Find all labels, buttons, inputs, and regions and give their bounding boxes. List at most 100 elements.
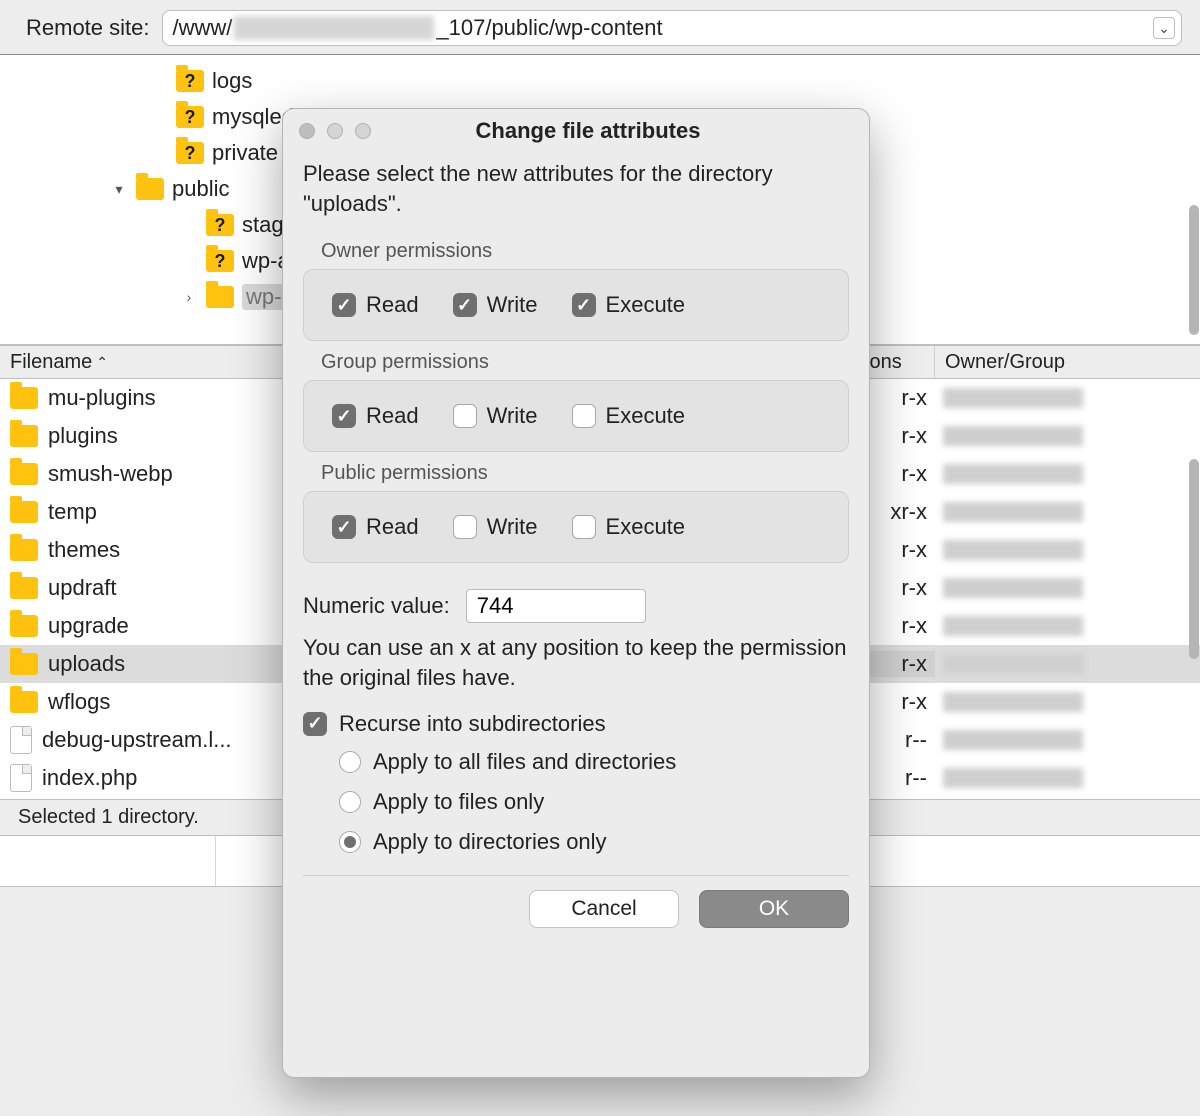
folder-icon	[10, 501, 38, 523]
redacted-segment	[943, 502, 1083, 522]
close-icon[interactable]	[299, 123, 315, 139]
remote-path-combo[interactable]: /www/ _107/public/wp-content ⌄	[162, 10, 1183, 46]
file-owner-group	[935, 540, 1200, 560]
status-text: Selected 1 directory.	[18, 806, 199, 829]
permissions-group-public: Read Write Execute	[303, 491, 849, 563]
redacted-segment	[943, 388, 1083, 408]
execute-label: Execute	[606, 292, 686, 318]
write-checkbox-row[interactable]: Write	[453, 514, 538, 540]
chevron-down-icon[interactable]: ⌄	[1153, 17, 1175, 39]
redacted-segment	[943, 654, 1083, 674]
ok-button[interactable]: OK	[699, 890, 849, 928]
folder-icon	[10, 615, 38, 637]
disclosure-icon[interactable]: ›	[180, 289, 198, 305]
recurse-checkbox-row[interactable]: Recurse into subdirectories	[303, 711, 849, 737]
numeric-hint: You can use an x at any position to keep…	[303, 633, 849, 692]
file-name: wflogs	[48, 689, 110, 715]
read-checkbox[interactable]	[332, 293, 356, 317]
write-checkbox[interactable]	[453, 404, 477, 428]
folder-unknown-icon	[176, 106, 204, 128]
read-checkbox[interactable]	[332, 515, 356, 539]
execute-checkbox[interactable]	[572, 515, 596, 539]
write-checkbox-row[interactable]: Write	[453, 403, 538, 429]
apply-option[interactable]: Apply to files only	[339, 789, 849, 815]
remote-site-label: Remote site:	[26, 15, 150, 41]
path-suffix: _107/public/wp-content	[436, 15, 662, 41]
execute-checkbox-row[interactable]: Execute	[572, 292, 686, 318]
file-name: plugins	[48, 423, 118, 449]
redacted-segment	[943, 540, 1083, 560]
folder-icon	[10, 653, 38, 675]
file-owner-group	[935, 388, 1200, 408]
tree-item-label: logs	[212, 68, 252, 94]
folder-icon	[136, 178, 164, 200]
radio-button[interactable]	[339, 751, 361, 773]
write-checkbox[interactable]	[453, 293, 477, 317]
read-checkbox-row[interactable]: Read	[332, 514, 419, 540]
disclosure-icon[interactable]: ▾	[110, 181, 128, 198]
radio-button[interactable]	[339, 831, 361, 853]
column-owner-group[interactable]: Owner/Group	[935, 346, 1200, 378]
recurse-checkbox[interactable]	[303, 712, 327, 736]
tree-item-label: public	[172, 176, 229, 202]
apply-option[interactable]: Apply to all files and directories	[339, 749, 849, 775]
redacted-segment	[943, 578, 1083, 598]
tree-item[interactable]: logs	[0, 63, 1200, 99]
file-owner-group	[935, 578, 1200, 598]
execute-checkbox-row[interactable]: Execute	[572, 514, 686, 540]
permissions-group-label: Owner permissions	[321, 240, 849, 263]
remote-path-text: /www/ _107/public/wp-content	[173, 15, 1154, 41]
read-checkbox-row[interactable]: Read	[332, 292, 419, 318]
dialog-titlebar[interactable]: Change file attributes	[283, 109, 869, 153]
numeric-value-label: Numeric value:	[303, 593, 450, 619]
read-checkbox[interactable]	[332, 404, 356, 428]
radio-label: Apply to files only	[373, 789, 544, 815]
file-name: uploads	[48, 651, 125, 677]
scrollbar-thumb[interactable]	[1189, 459, 1199, 659]
numeric-value-input[interactable]	[466, 589, 646, 623]
execute-checkbox[interactable]	[572, 404, 596, 428]
dialog-intro: Please select the new attributes for the…	[303, 159, 849, 218]
redacted-segment	[943, 464, 1083, 484]
dialog-title: Change file attributes	[383, 118, 793, 144]
dialog-separator	[303, 875, 849, 876]
file-owner-group	[935, 730, 1200, 750]
radio-label: Apply to all files and directories	[373, 749, 676, 775]
file-owner-group	[935, 426, 1200, 446]
sort-up-icon: ⌃	[96, 354, 108, 371]
folder-icon	[10, 463, 38, 485]
write-label: Write	[487, 403, 538, 429]
read-label: Read	[366, 292, 419, 318]
file-name: upgrade	[48, 613, 129, 639]
apply-option[interactable]: Apply to directories only	[339, 829, 849, 855]
file-owner-group	[935, 502, 1200, 522]
minimize-icon[interactable]	[327, 123, 343, 139]
write-label: Write	[487, 514, 538, 540]
permissions-group-label: Group permissions	[321, 351, 849, 374]
redacted-segment	[943, 692, 1083, 712]
redacted-segment	[943, 426, 1083, 446]
folder-icon	[10, 425, 38, 447]
folder-icon	[10, 539, 38, 561]
radio-button[interactable]	[339, 791, 361, 813]
permissions-group-owner: Read Write Execute	[303, 269, 849, 341]
folder-icon	[10, 387, 38, 409]
cancel-button[interactable]: Cancel	[529, 890, 679, 928]
recurse-label: Recurse into subdirectories	[339, 711, 606, 737]
write-checkbox[interactable]	[453, 515, 477, 539]
redacted-segment	[943, 616, 1083, 636]
scrollbar-thumb[interactable]	[1189, 205, 1199, 335]
file-name: temp	[48, 499, 97, 525]
file-name: mu-plugins	[48, 385, 156, 411]
file-name: smush-webp	[48, 461, 173, 487]
redacted-segment	[943, 768, 1083, 788]
read-checkbox-row[interactable]: Read	[332, 403, 419, 429]
folder-icon	[206, 286, 234, 308]
file-owner-group	[935, 654, 1200, 674]
execute-checkbox-row[interactable]: Execute	[572, 403, 686, 429]
write-checkbox-row[interactable]: Write	[453, 292, 538, 318]
folder-unknown-icon	[206, 250, 234, 272]
execute-checkbox[interactable]	[572, 293, 596, 317]
zoom-icon[interactable]	[355, 123, 371, 139]
read-label: Read	[366, 403, 419, 429]
